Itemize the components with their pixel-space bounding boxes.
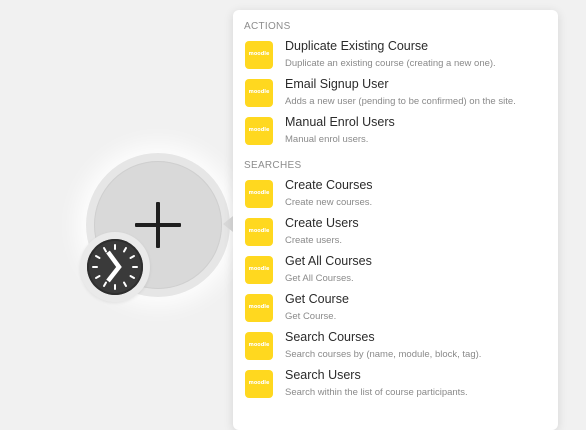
list-item-manual-enrol-users[interactable]: moodle Manual Enrol Users Manual enrol u… [233,115,558,155]
item-title: Duplicate Existing Course [285,39,429,53]
item-title: Manual Enrol Users [285,115,395,129]
item-title: Get All Courses [285,254,372,268]
item-description: Search courses by (name, module, block, … [285,349,482,360]
module-picker-panel: ACTIONS moodle Duplicate Existing Course… [233,10,558,430]
section-header-searches: SEARCHES [244,160,302,171]
list-item-create-users[interactable]: moodle Create Users Create users. [233,216,558,256]
item-title: Search Courses [285,330,375,344]
item-description: Duplicate an existing course (creating a… [285,58,496,69]
item-title: Email Signup User [285,77,389,91]
item-description: Manual enrol users. [285,134,369,145]
moodle-logo-icon: moodle [245,256,273,284]
list-item-get-course[interactable]: moodle Get Course Get Course. [233,292,558,332]
item-description: Adds a new user (pending to be confirmed… [285,96,516,107]
list-item-search-users[interactable]: moodle Search Users Search within the li… [233,368,558,408]
moodle-logo-icon: moodle [245,218,273,246]
item-description: Create new courses. [285,197,373,208]
section-header-actions: ACTIONS [244,21,291,32]
moodle-logo-icon: moodle [245,332,273,360]
clock-icon[interactable] [87,239,143,295]
item-title: Get Course [285,292,349,306]
list-item-email-signup-user[interactable]: moodle Email Signup User Adds a new user… [233,77,558,117]
item-description: Get Course. [285,311,337,322]
moodle-logo-icon: moodle [245,180,273,208]
moodle-logo-icon: moodle [245,79,273,107]
item-title: Search Users [285,368,361,382]
moodle-logo-icon: moodle [245,117,273,145]
list-item-duplicate-existing-course[interactable]: moodle Duplicate Existing Course Duplica… [233,39,558,79]
list-item-get-all-courses[interactable]: moodle Get All Courses Get All Courses. [233,254,558,294]
item-title: Create Courses [285,178,373,192]
item-description: Search within the list of course partici… [285,387,468,398]
item-description: Create users. [285,235,343,246]
moodle-logo-icon: moodle [245,370,273,398]
list-item-create-courses[interactable]: moodle Create Courses Create new courses… [233,178,558,218]
item-description: Get All Courses. [285,273,354,284]
moodle-logo-icon: moodle [245,294,273,322]
moodle-logo-icon: moodle [245,41,273,69]
item-title: Create Users [285,216,359,230]
module-pointer [223,216,233,232]
list-item-search-courses[interactable]: moodle Search Courses Search courses by … [233,330,558,370]
